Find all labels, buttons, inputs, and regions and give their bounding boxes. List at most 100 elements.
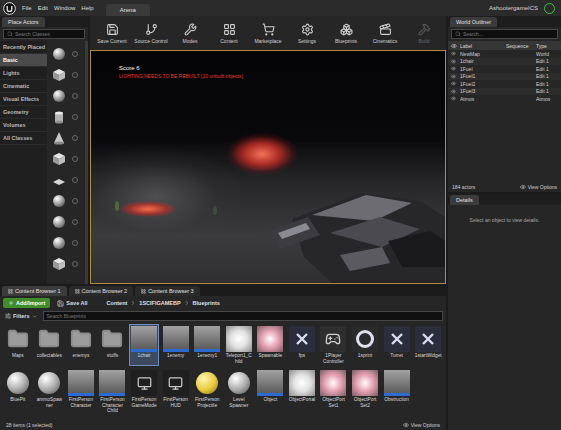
outliner-row[interactable]: 1Fuel3Edit 1 bbox=[448, 88, 561, 96]
menu-item[interactable]: Help bbox=[81, 5, 93, 11]
menu-item[interactable]: Edit bbox=[38, 5, 48, 11]
actor-item[interactable] bbox=[50, 128, 82, 147]
viewport[interactable]: Score 6LIGHTING NEEDS TO BE REBUILT (10 … bbox=[90, 50, 446, 284]
toolbar-button[interactable]: Blueprints bbox=[328, 23, 364, 44]
outliner-row[interactable]: 1Fuel2Edit 1 bbox=[448, 80, 561, 88]
asset-tile[interactable]: 1Player Controller bbox=[319, 324, 349, 366]
asset-tile[interactable]: 1chair bbox=[129, 324, 159, 366]
path-item[interactable]: 1SCIFIGAMEBP bbox=[139, 300, 180, 306]
asset-label: FirstPerson Projectile bbox=[193, 397, 221, 408]
content-browser-tab[interactable]: Content Browser 3 bbox=[135, 286, 200, 296]
actor-item[interactable] bbox=[50, 170, 82, 189]
column-header[interactable]: Type bbox=[536, 43, 558, 49]
level-tab[interactable]: Arena bbox=[106, 4, 150, 16]
asset-tile[interactable]: Object bbox=[256, 368, 286, 416]
toolbar-button[interactable]: Source Control bbox=[133, 23, 169, 44]
menu-item[interactable]: Window bbox=[54, 5, 75, 11]
category-item[interactable]: Recently Placed bbox=[0, 41, 47, 54]
toolbar-button[interactable]: Cinematics bbox=[367, 23, 403, 44]
build-icon bbox=[418, 23, 431, 36]
asset-tile[interactable]: fps bbox=[287, 324, 317, 366]
actor-item[interactable] bbox=[50, 65, 82, 84]
category-item[interactable]: Visual Effects bbox=[0, 93, 47, 106]
outliner-search-field[interactable]: Search... bbox=[451, 29, 558, 39]
outliner-row[interactable]: AtmosAtmos bbox=[448, 95, 561, 103]
category-item[interactable]: All Classes bbox=[0, 132, 47, 145]
asset-tile[interactable]: collectables bbox=[35, 324, 65, 366]
actor-item[interactable] bbox=[50, 44, 82, 63]
menu-item[interactable]: File bbox=[22, 5, 32, 11]
cube-icon bbox=[52, 152, 66, 166]
outliner-row[interactable]: NewMapWorld bbox=[448, 50, 561, 58]
asset-tile[interactable]: 1sprint bbox=[350, 324, 380, 366]
view-options-button[interactable]: View Options bbox=[403, 422, 440, 428]
enemy-figure bbox=[213, 206, 217, 215]
path-item[interactable]: Content bbox=[107, 300, 128, 306]
row-type: Edit 1 bbox=[536, 88, 558, 94]
row-label: NewMap bbox=[460, 51, 506, 57]
outliner-row[interactable]: 1Fuel1Edit 1 bbox=[448, 73, 561, 81]
asset-tile[interactable]: enemys bbox=[66, 324, 96, 366]
search-field[interactable]: Search Classes bbox=[3, 29, 85, 39]
category-item[interactable]: Basic bbox=[0, 54, 47, 67]
filters-button[interactable]: Filters bbox=[3, 312, 39, 320]
asset-tile[interactable]: 1startWidget bbox=[413, 324, 443, 366]
asset-tile[interactable]: Turret bbox=[382, 324, 412, 366]
asset-tile[interactable]: Maps bbox=[3, 324, 33, 366]
panel-tab[interactable]: Place Actors bbox=[2, 17, 45, 27]
asset-search-field[interactable]: Search Blueprints bbox=[43, 311, 443, 321]
actor-item[interactable] bbox=[50, 233, 82, 252]
panel-tab[interactable]: Details bbox=[450, 195, 479, 205]
content-browser-tab[interactable]: Content Browser 2 bbox=[69, 286, 134, 296]
asset-tile[interactable]: stuffs bbox=[98, 324, 128, 366]
path-item[interactable]: Blueprints bbox=[193, 300, 220, 306]
category-item[interactable]: Cinematic bbox=[0, 80, 47, 93]
actor-item[interactable] bbox=[50, 86, 82, 105]
category-item[interactable]: Volumes bbox=[0, 119, 47, 132]
actor-item[interactable] bbox=[50, 149, 82, 168]
asset-tile[interactable]: ObjectPort Set2 bbox=[350, 368, 380, 416]
content-browser-tab[interactable]: Content Browser 1 bbox=[2, 286, 67, 296]
outliner-row[interactable]: 1FuelEdit 1 bbox=[448, 65, 561, 73]
outliner-row[interactable]: 1chairEdit 1 bbox=[448, 58, 561, 66]
actor-item[interactable] bbox=[50, 107, 82, 126]
asset-tile[interactable]: 1enemy bbox=[161, 324, 191, 366]
column-header[interactable]: Sequence bbox=[506, 43, 536, 49]
asset-tile[interactable]: 1enemy1 bbox=[192, 324, 222, 366]
panel-tab[interactable]: World Outliner bbox=[450, 17, 497, 27]
asset-tile[interactable]: FirstPerson Character Child bbox=[98, 368, 128, 416]
asset-label: BluePit bbox=[10, 397, 25, 403]
actor-item[interactable] bbox=[50, 212, 82, 231]
asset-tile[interactable]: BluePit bbox=[3, 368, 33, 416]
editor-window: FileEditWindowHelpArenaAshootergameICSPl… bbox=[0, 0, 561, 430]
category-item[interactable]: Geometry bbox=[0, 106, 47, 119]
actor-item[interactable] bbox=[50, 254, 82, 273]
search-icon bbox=[455, 31, 461, 37]
widget-icon bbox=[389, 331, 405, 347]
asset-tile[interactable]: FirstPerson GameMode bbox=[129, 368, 159, 416]
asset-tile[interactable]: Teleport1_Child bbox=[224, 324, 254, 366]
asset-tile[interactable]: Obstruction bbox=[382, 368, 412, 416]
toolbar-label: Modes bbox=[182, 38, 197, 44]
column-header[interactable]: Label bbox=[460, 43, 506, 49]
asset-thumbnail bbox=[226, 326, 252, 352]
toolbar-button[interactable]: Modes bbox=[172, 23, 208, 44]
add-import-button[interactable]: Add/Import bbox=[3, 298, 50, 308]
actor-item[interactable] bbox=[50, 191, 82, 210]
asset-tile[interactable]: FirstPerson Projectile bbox=[192, 368, 222, 416]
source-control-status-icon bbox=[544, 3, 555, 14]
toolbar-button[interactable]: Settings bbox=[289, 23, 325, 44]
asset-tile[interactable]: ObjectPort Set1 bbox=[319, 368, 349, 416]
save-all-button[interactable]: Save All bbox=[55, 299, 89, 308]
asset-tile[interactable]: Spawnable bbox=[256, 324, 286, 366]
toolbar-button[interactable]: Content bbox=[211, 23, 247, 44]
asset-tile[interactable]: Level Spawner bbox=[224, 368, 254, 416]
toolbar-button[interactable]: Save Current bbox=[94, 23, 130, 44]
toolbar-button[interactable]: Marketplace bbox=[250, 23, 286, 44]
asset-tile[interactable]: FirstPerson Character bbox=[66, 368, 96, 416]
asset-tile[interactable]: ObjectPortal bbox=[287, 368, 317, 416]
asset-tile[interactable]: ammoSpawner bbox=[35, 368, 65, 416]
category-item[interactable]: Lights bbox=[0, 67, 47, 80]
asset-tile[interactable]: FirstPerson HUD bbox=[161, 368, 191, 416]
view-options-button[interactable]: View Options bbox=[520, 184, 557, 190]
